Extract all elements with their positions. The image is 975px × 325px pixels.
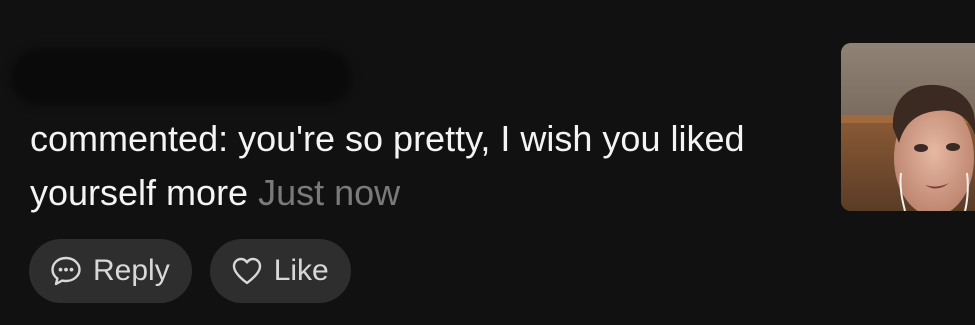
like-button[interactable]: Like (209, 239, 351, 303)
like-label: Like (273, 254, 329, 287)
face-photo (841, 43, 975, 211)
timestamp: Just now (258, 172, 401, 213)
redacted-username (14, 52, 348, 102)
chat-bubble-icon (49, 254, 83, 288)
reply-button[interactable]: Reply (29, 239, 192, 303)
heart-icon (230, 254, 264, 288)
reply-label: Reply (93, 254, 170, 287)
comment-text: commented: you're so pretty, I wish you … (30, 112, 820, 220)
action-bar: Reply Like (29, 239, 351, 303)
post-thumbnail[interactable] (841, 43, 975, 211)
comment-notification[interactable]: commented: you're so pretty, I wish you … (0, 0, 975, 325)
